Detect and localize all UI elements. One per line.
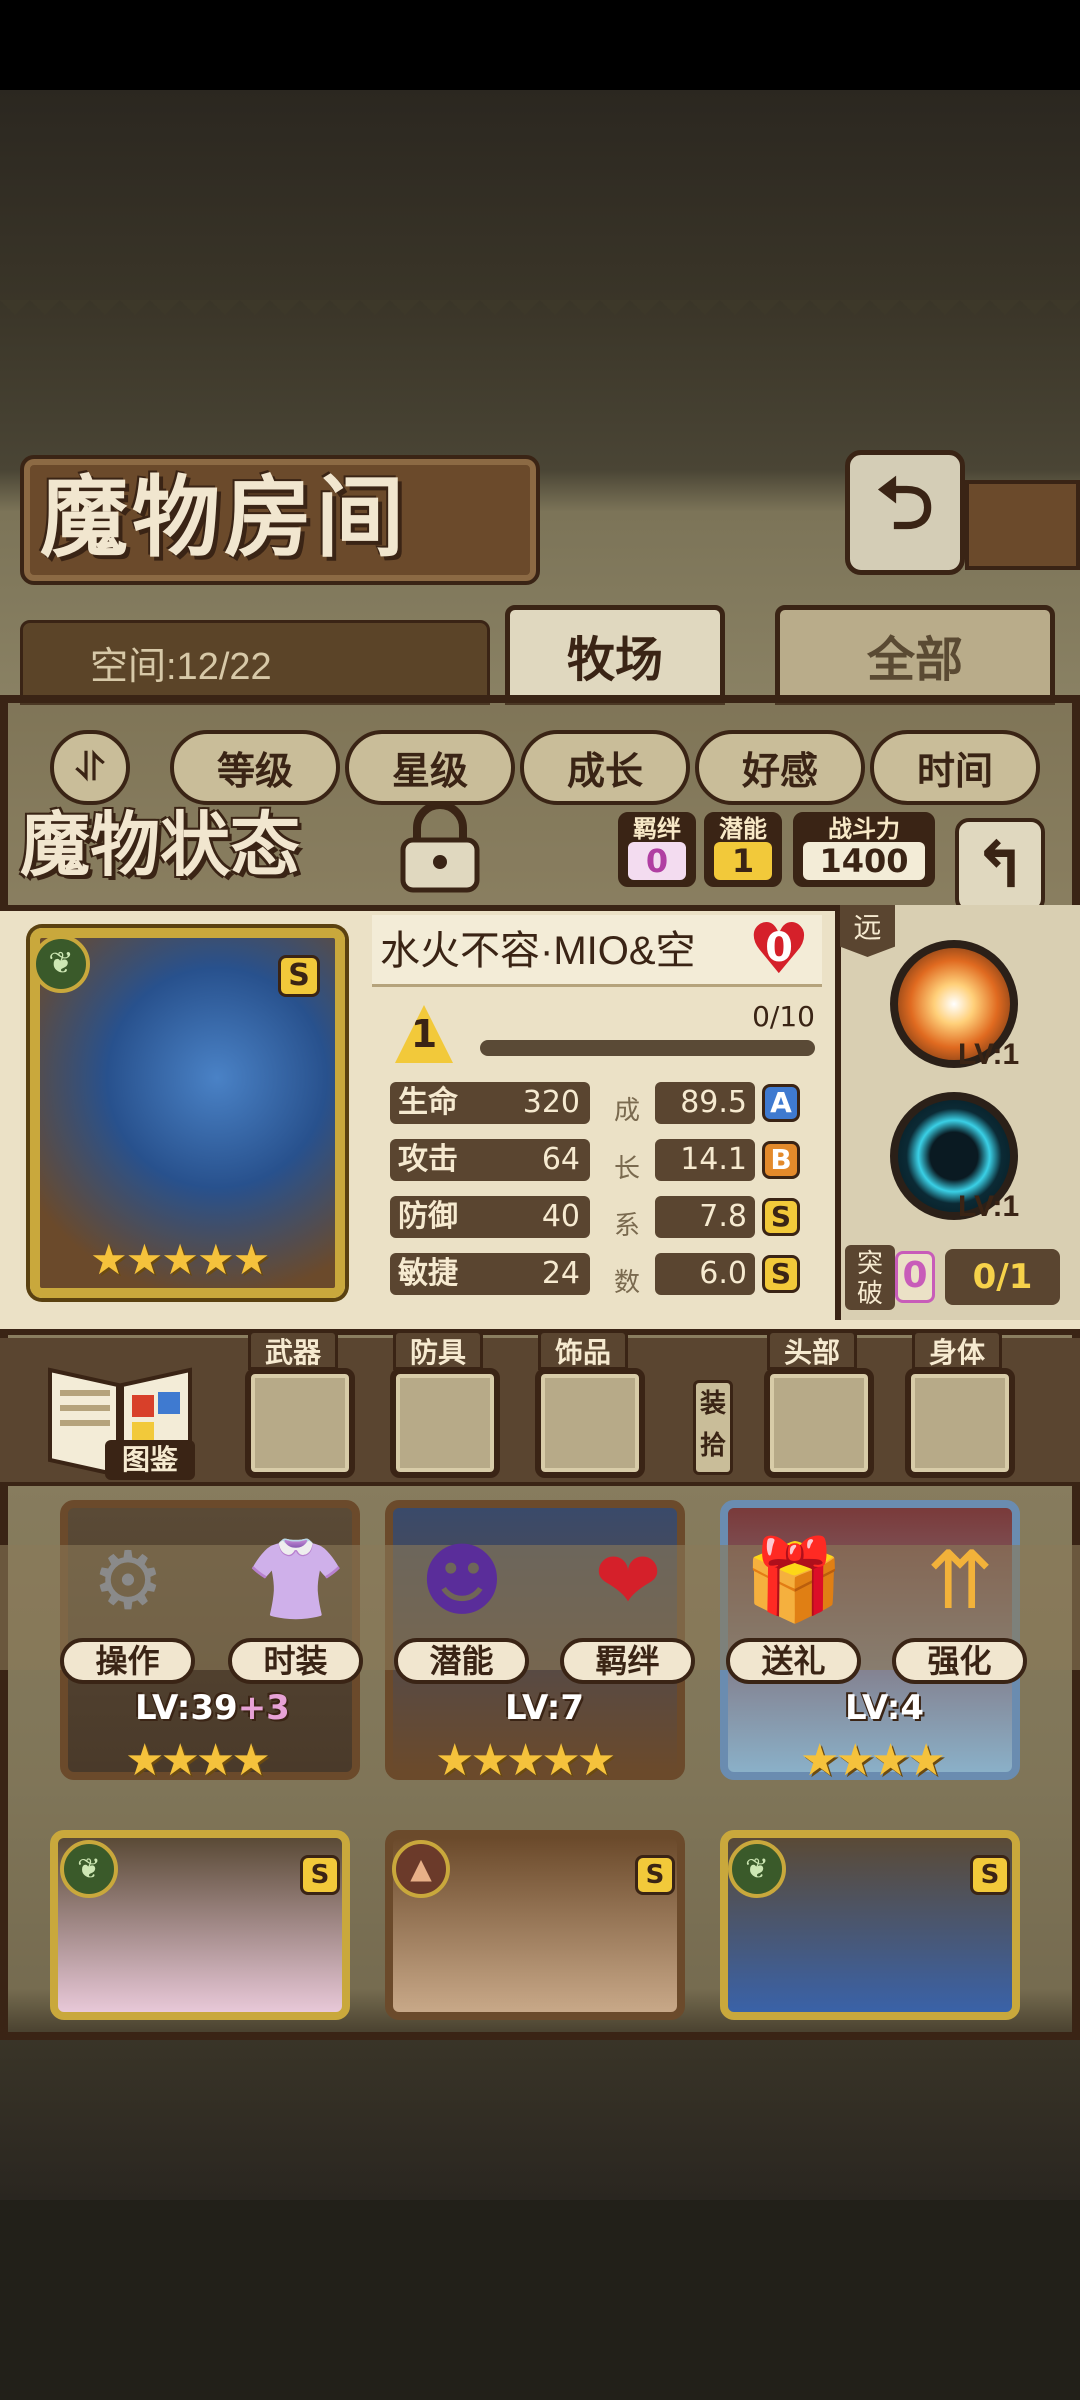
sort-level[interactable]: 等级: [170, 730, 340, 805]
upgrade-button[interactable]: ⇈ 强化: [892, 1520, 1027, 1685]
skill-1-level: LV:1: [958, 1038, 1020, 1071]
gift-icon: 🎁: [744, 1533, 844, 1626]
potential-chip: 潜能 1: [704, 812, 782, 887]
sort-icon: ⥯: [75, 745, 105, 789]
shadow-demon-icon: ☻: [420, 1533, 504, 1627]
power-value: 1400: [803, 842, 925, 880]
star-rating: ★★★★★: [90, 1235, 270, 1284]
tab-all[interactable]: 全部: [775, 605, 1055, 705]
outfit-icon: 👚: [246, 1533, 346, 1626]
close-status-button[interactable]: ↰: [955, 818, 1045, 913]
accessory-label: 饰品: [538, 1330, 628, 1370]
breakthrough-row: 突破 0 0/1: [845, 1245, 1065, 1310]
body-label: 身体: [912, 1330, 1002, 1370]
head-label: 头部: [767, 1330, 857, 1370]
sort-star[interactable]: 星级: [345, 730, 515, 805]
pickup-button[interactable]: 装拾: [693, 1380, 733, 1475]
rank-badge: S: [970, 1855, 1010, 1895]
rank-badge: S: [278, 955, 320, 997]
sort-time[interactable]: 时间: [870, 730, 1040, 805]
space-count: 空间:12/22: [90, 646, 272, 688]
card-level: LV:4: [845, 1688, 925, 1728]
sort-order-toggle[interactable]: ⥯: [50, 730, 130, 805]
accessory-slot[interactable]: [535, 1368, 645, 1478]
head-slot[interactable]: [764, 1368, 874, 1478]
growth-label-char: 长: [613, 1154, 640, 1184]
return-arrow-icon: ↰: [973, 829, 1027, 903]
bond-value: 0: [628, 842, 686, 880]
grade-badge: S: [762, 1198, 800, 1236]
card-stars: ★★★★: [125, 1735, 271, 1786]
sort-affection[interactable]: 好感: [695, 730, 865, 805]
rank-badge: S: [300, 1855, 340, 1895]
leaf-element-icon: ❦: [728, 1840, 786, 1898]
potential-value: 1: [714, 842, 772, 880]
lock-icon[interactable]: [395, 800, 485, 895]
growth-label-char: 数: [613, 1268, 640, 1298]
bond-button[interactable]: ❤ 羁绊: [560, 1520, 695, 1685]
tab-ranch[interactable]: 牧场: [505, 605, 725, 705]
hearts-icon: ❤: [594, 1533, 662, 1627]
affection-value: 0: [765, 925, 793, 971]
bottom-area: [0, 2200, 1080, 2400]
breakthrough-progress[interactable]: 0/1: [945, 1249, 1060, 1305]
power-chip: 战斗力 1400: [793, 812, 935, 887]
armor-label: 防具: [393, 1330, 483, 1370]
zigzag-border: [0, 300, 1080, 330]
outfit-button[interactable]: 👚 时装: [228, 1520, 363, 1685]
breakthrough-count: 0: [895, 1251, 935, 1303]
gear-icon: ⚙: [92, 1533, 164, 1627]
weapon-slot[interactable]: [245, 1368, 355, 1478]
leaf-element-icon: ❦: [60, 1840, 118, 1898]
exp-bar: [480, 1040, 815, 1056]
leaf-element-icon: ❦: [32, 935, 90, 993]
sort-growth[interactable]: 成长: [520, 730, 690, 805]
rank-badge: S: [635, 1855, 675, 1895]
card-level: LV:7: [505, 1688, 585, 1728]
range-tag: 远: [840, 905, 895, 957]
growth-label-char: 系: [613, 1211, 640, 1241]
back-button[interactable]: ⮌: [845, 450, 965, 575]
card-stars: ★★★★: [800, 1735, 946, 1786]
status-bar: [0, 0, 1080, 90]
exp-text: 0/10: [752, 1000, 815, 1033]
growth-label-char: 成: [613, 1096, 640, 1126]
armor-slot[interactable]: [390, 1368, 500, 1478]
weapon-label: 武器: [248, 1330, 338, 1370]
bond-chip: 羁绊 0: [618, 812, 696, 887]
upgrade-arrows-icon: ⇈: [926, 1533, 994, 1627]
monster-status-title: 魔物状态: [20, 803, 300, 886]
gift-button[interactable]: 🎁 送礼: [726, 1520, 861, 1685]
page-title: 魔物房间: [40, 465, 409, 569]
grade-badge: A: [762, 1084, 800, 1122]
skill-2-level: LV:1: [958, 1190, 1020, 1223]
codex-label: 图鉴: [105, 1440, 195, 1480]
grade-badge: S: [762, 1255, 800, 1293]
operate-button[interactable]: ⚙ 操作: [60, 1520, 195, 1685]
grade-badge: B: [762, 1141, 800, 1179]
body-slot[interactable]: [905, 1368, 1015, 1478]
potential-button[interactable]: ☻ 潜能: [394, 1520, 529, 1685]
return-arrow-icon: ⮌: [876, 460, 934, 545]
mountain-element-icon: ▲: [392, 1840, 450, 1898]
card-level: LV:39+3: [135, 1688, 290, 1728]
card-stars: ★★★★★: [435, 1735, 616, 1786]
back-button-frame: [965, 480, 1080, 570]
